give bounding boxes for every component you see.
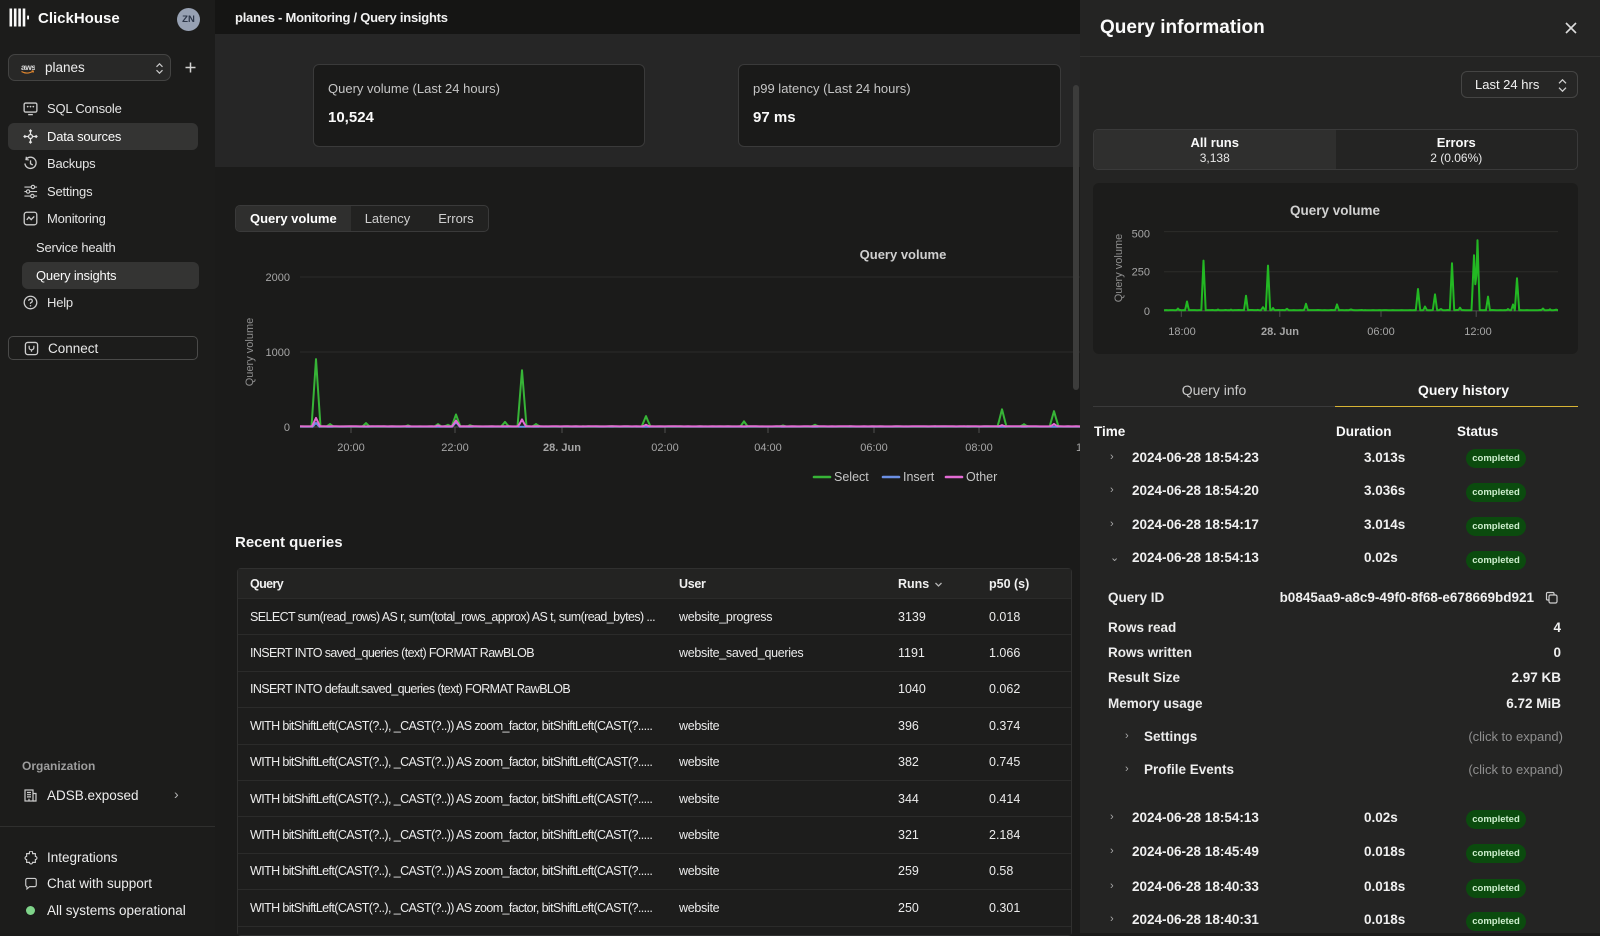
- svg-text:2000: 2000: [266, 272, 290, 284]
- svg-text:Select: Select: [834, 470, 869, 484]
- svg-text:Insert: Insert: [903, 470, 935, 484]
- svg-text:Query volume: Query volume: [860, 247, 947, 262]
- svg-text:1000: 1000: [266, 347, 290, 359]
- svg-text:Other: Other: [966, 470, 997, 484]
- svg-text:22:00: 22:00: [441, 442, 469, 454]
- svg-text:Query volume: Query volume: [1113, 234, 1125, 302]
- svg-text:06:00: 06:00: [860, 442, 888, 454]
- svg-text:18:00: 18:00: [1168, 326, 1196, 338]
- svg-text:12:00: 12:00: [1464, 326, 1492, 338]
- svg-text:Query volume: Query volume: [244, 318, 256, 386]
- svg-text:04:00: 04:00: [754, 442, 782, 454]
- svg-text:Query volume: Query volume: [1290, 203, 1381, 218]
- svg-text:0: 0: [1144, 306, 1150, 318]
- svg-text:250: 250: [1132, 267, 1150, 279]
- svg-text:0: 0: [284, 422, 290, 434]
- svg-text:20:00: 20:00: [337, 442, 365, 454]
- svg-text:06:00: 06:00: [1367, 326, 1395, 338]
- svg-text:500: 500: [1132, 229, 1150, 241]
- svg-text:28. Jun: 28. Jun: [1261, 326, 1299, 338]
- svg-text:08:00: 08:00: [965, 442, 993, 454]
- svg-text:02:00: 02:00: [651, 442, 679, 454]
- svg-text:28. Jun: 28. Jun: [543, 442, 581, 454]
